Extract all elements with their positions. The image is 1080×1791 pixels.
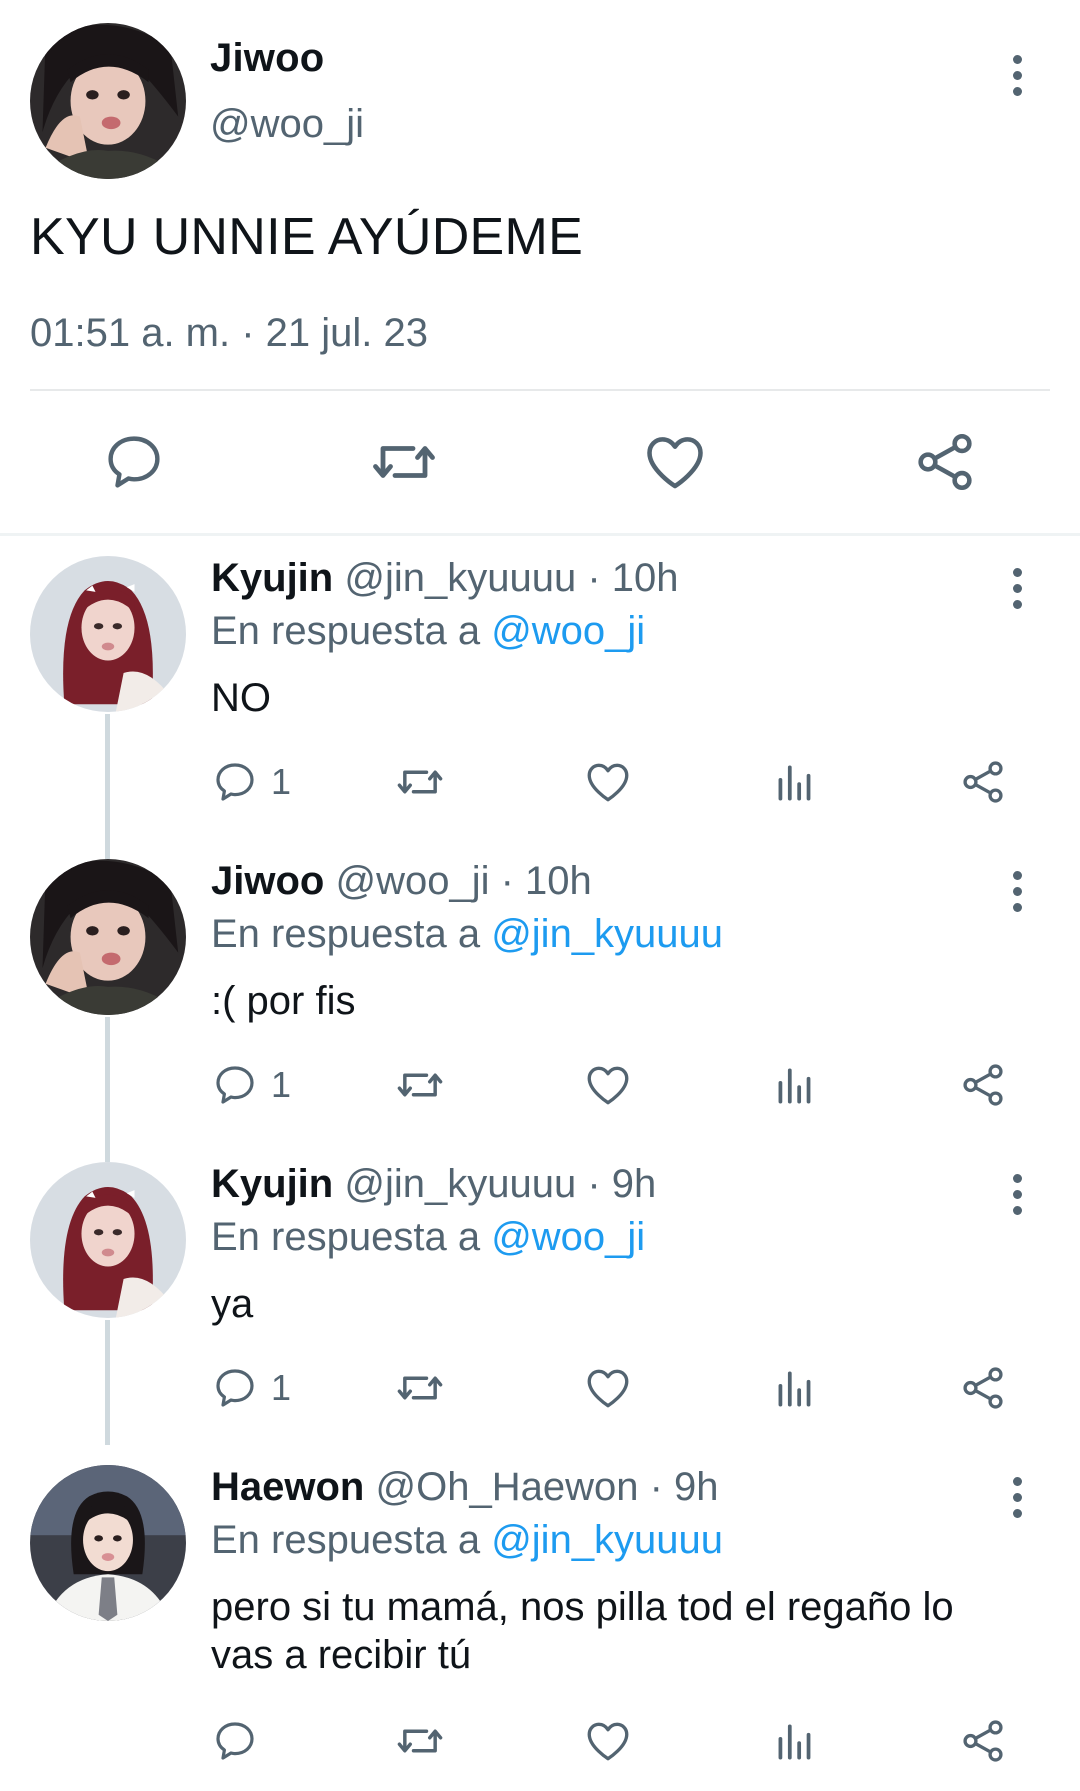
views-icon[interactable] bbox=[770, 1055, 820, 1115]
reply-text: NO bbox=[211, 676, 271, 720]
reply-tweet[interactable]: Jiwoo @woo_ji · 10h En respuesta a @jin_… bbox=[0, 839, 1080, 1142]
avatar[interactable] bbox=[30, 556, 186, 712]
share-icon[interactable] bbox=[958, 1711, 1008, 1771]
main-tweet: Jiwoo @woo_ji KYU UNNIE AYÚDEME 01:51 a.… bbox=[0, 0, 1080, 536]
reply-icon[interactable]: 1 bbox=[211, 1358, 291, 1418]
reply-tweet[interactable]: Kyujin @jin_kyuuuu · 10h En respuesta a … bbox=[0, 536, 1080, 839]
like-icon[interactable] bbox=[583, 1055, 633, 1115]
divider bbox=[30, 389, 1050, 391]
avatar[interactable] bbox=[30, 1465, 186, 1621]
retweet-icon[interactable] bbox=[394, 1055, 446, 1115]
author-handle[interactable]: @woo_ji bbox=[335, 859, 489, 903]
thread-line bbox=[105, 839, 110, 859]
share-icon[interactable] bbox=[958, 1358, 1008, 1418]
retweet-icon[interactable] bbox=[362, 420, 446, 504]
retweet-icon[interactable] bbox=[394, 752, 446, 812]
tweet-text: KYU UNNIE AYÚDEME bbox=[30, 208, 584, 266]
share-icon[interactable] bbox=[958, 752, 1008, 812]
author-name[interactable]: Jiwoo bbox=[211, 859, 324, 903]
tweet-actions bbox=[0, 420, 1080, 504]
reply-text: :( por fis bbox=[211, 979, 356, 1023]
reply-count: 1 bbox=[271, 1367, 292, 1408]
reply-icon[interactable] bbox=[92, 420, 176, 504]
reply-time: · 9h bbox=[587, 1162, 657, 1206]
reply-to-label: En respuesta a bbox=[211, 1215, 481, 1259]
share-icon[interactable] bbox=[903, 420, 987, 504]
like-icon[interactable] bbox=[583, 1358, 633, 1418]
reply-to-mention[interactable]: @jin_kyuuuu bbox=[491, 912, 723, 956]
author-handle[interactable]: @jin_kyuuuu bbox=[344, 1162, 576, 1206]
avatar[interactable] bbox=[30, 859, 186, 1015]
reply-time: · 10h bbox=[500, 859, 592, 903]
reply-tweet[interactable]: Haewon @Oh_Haewon · 9h En respuesta a @j… bbox=[0, 1445, 1080, 1791]
retweet-icon[interactable] bbox=[394, 1711, 446, 1771]
tweet-timestamp: 01:51 a. m. · 21 jul. 23 bbox=[30, 311, 429, 355]
share-icon[interactable] bbox=[958, 1055, 1008, 1115]
reply-to-label: En respuesta a bbox=[211, 609, 481, 653]
like-icon[interactable] bbox=[583, 1711, 633, 1771]
reply-count: 1 bbox=[271, 1064, 292, 1105]
author-handle[interactable]: @jin_kyuuuu bbox=[344, 556, 576, 600]
reply-actions bbox=[0, 1711, 1080, 1771]
more-options-icon[interactable] bbox=[997, 45, 1037, 105]
reply-to-label: En respuesta a bbox=[211, 912, 481, 956]
thread-line bbox=[105, 1142, 110, 1162]
author-handle[interactable]: @Oh_Haewon bbox=[375, 1465, 638, 1509]
author-name[interactable]: Kyujin bbox=[211, 1162, 333, 1206]
reply-icon[interactable]: 1 bbox=[211, 752, 291, 812]
views-icon[interactable] bbox=[770, 1358, 820, 1418]
reply-count: 1 bbox=[271, 761, 292, 802]
reply-tweet[interactable]: Kyujin @jin_kyuuuu · 9h En respuesta a @… bbox=[0, 1142, 1080, 1445]
like-icon[interactable] bbox=[583, 752, 633, 812]
reply-to-mention[interactable]: @woo_ji bbox=[491, 1215, 645, 1259]
avatar[interactable] bbox=[30, 23, 186, 179]
more-options-icon[interactable] bbox=[997, 1467, 1037, 1527]
reply-actions: 1 bbox=[0, 1358, 1080, 1418]
views-icon[interactable] bbox=[770, 752, 820, 812]
reply-actions: 1 bbox=[0, 752, 1080, 812]
reply-actions: 1 bbox=[0, 1055, 1080, 1115]
reply-time: · 10h bbox=[587, 556, 679, 600]
views-icon[interactable] bbox=[770, 1711, 820, 1771]
more-options-icon[interactable] bbox=[997, 558, 1037, 618]
retweet-icon[interactable] bbox=[394, 1358, 446, 1418]
reply-time: · 9h bbox=[649, 1465, 719, 1509]
author-handle[interactable]: @woo_ji bbox=[210, 102, 364, 147]
reply-icon[interactable]: 1 bbox=[211, 1055, 291, 1115]
more-options-icon[interactable] bbox=[997, 861, 1037, 921]
avatar[interactable] bbox=[30, 1162, 186, 1318]
like-icon[interactable] bbox=[633, 420, 717, 504]
reply-text: pero si tu mamá, nos pilla tod el regaño… bbox=[211, 1585, 954, 1677]
author-name[interactable]: Haewon bbox=[211, 1465, 364, 1509]
author-name[interactable]: Jiwoo bbox=[210, 36, 324, 81]
more-options-icon[interactable] bbox=[997, 1164, 1037, 1224]
reply-to-label: En respuesta a bbox=[211, 1518, 481, 1562]
reply-text: ya bbox=[211, 1282, 254, 1326]
reply-to-mention[interactable]: @woo_ji bbox=[491, 609, 645, 653]
author-name[interactable]: Kyujin bbox=[211, 556, 333, 600]
reply-to-mention[interactable]: @jin_kyuuuu bbox=[491, 1518, 723, 1562]
reply-icon[interactable] bbox=[211, 1711, 271, 1771]
